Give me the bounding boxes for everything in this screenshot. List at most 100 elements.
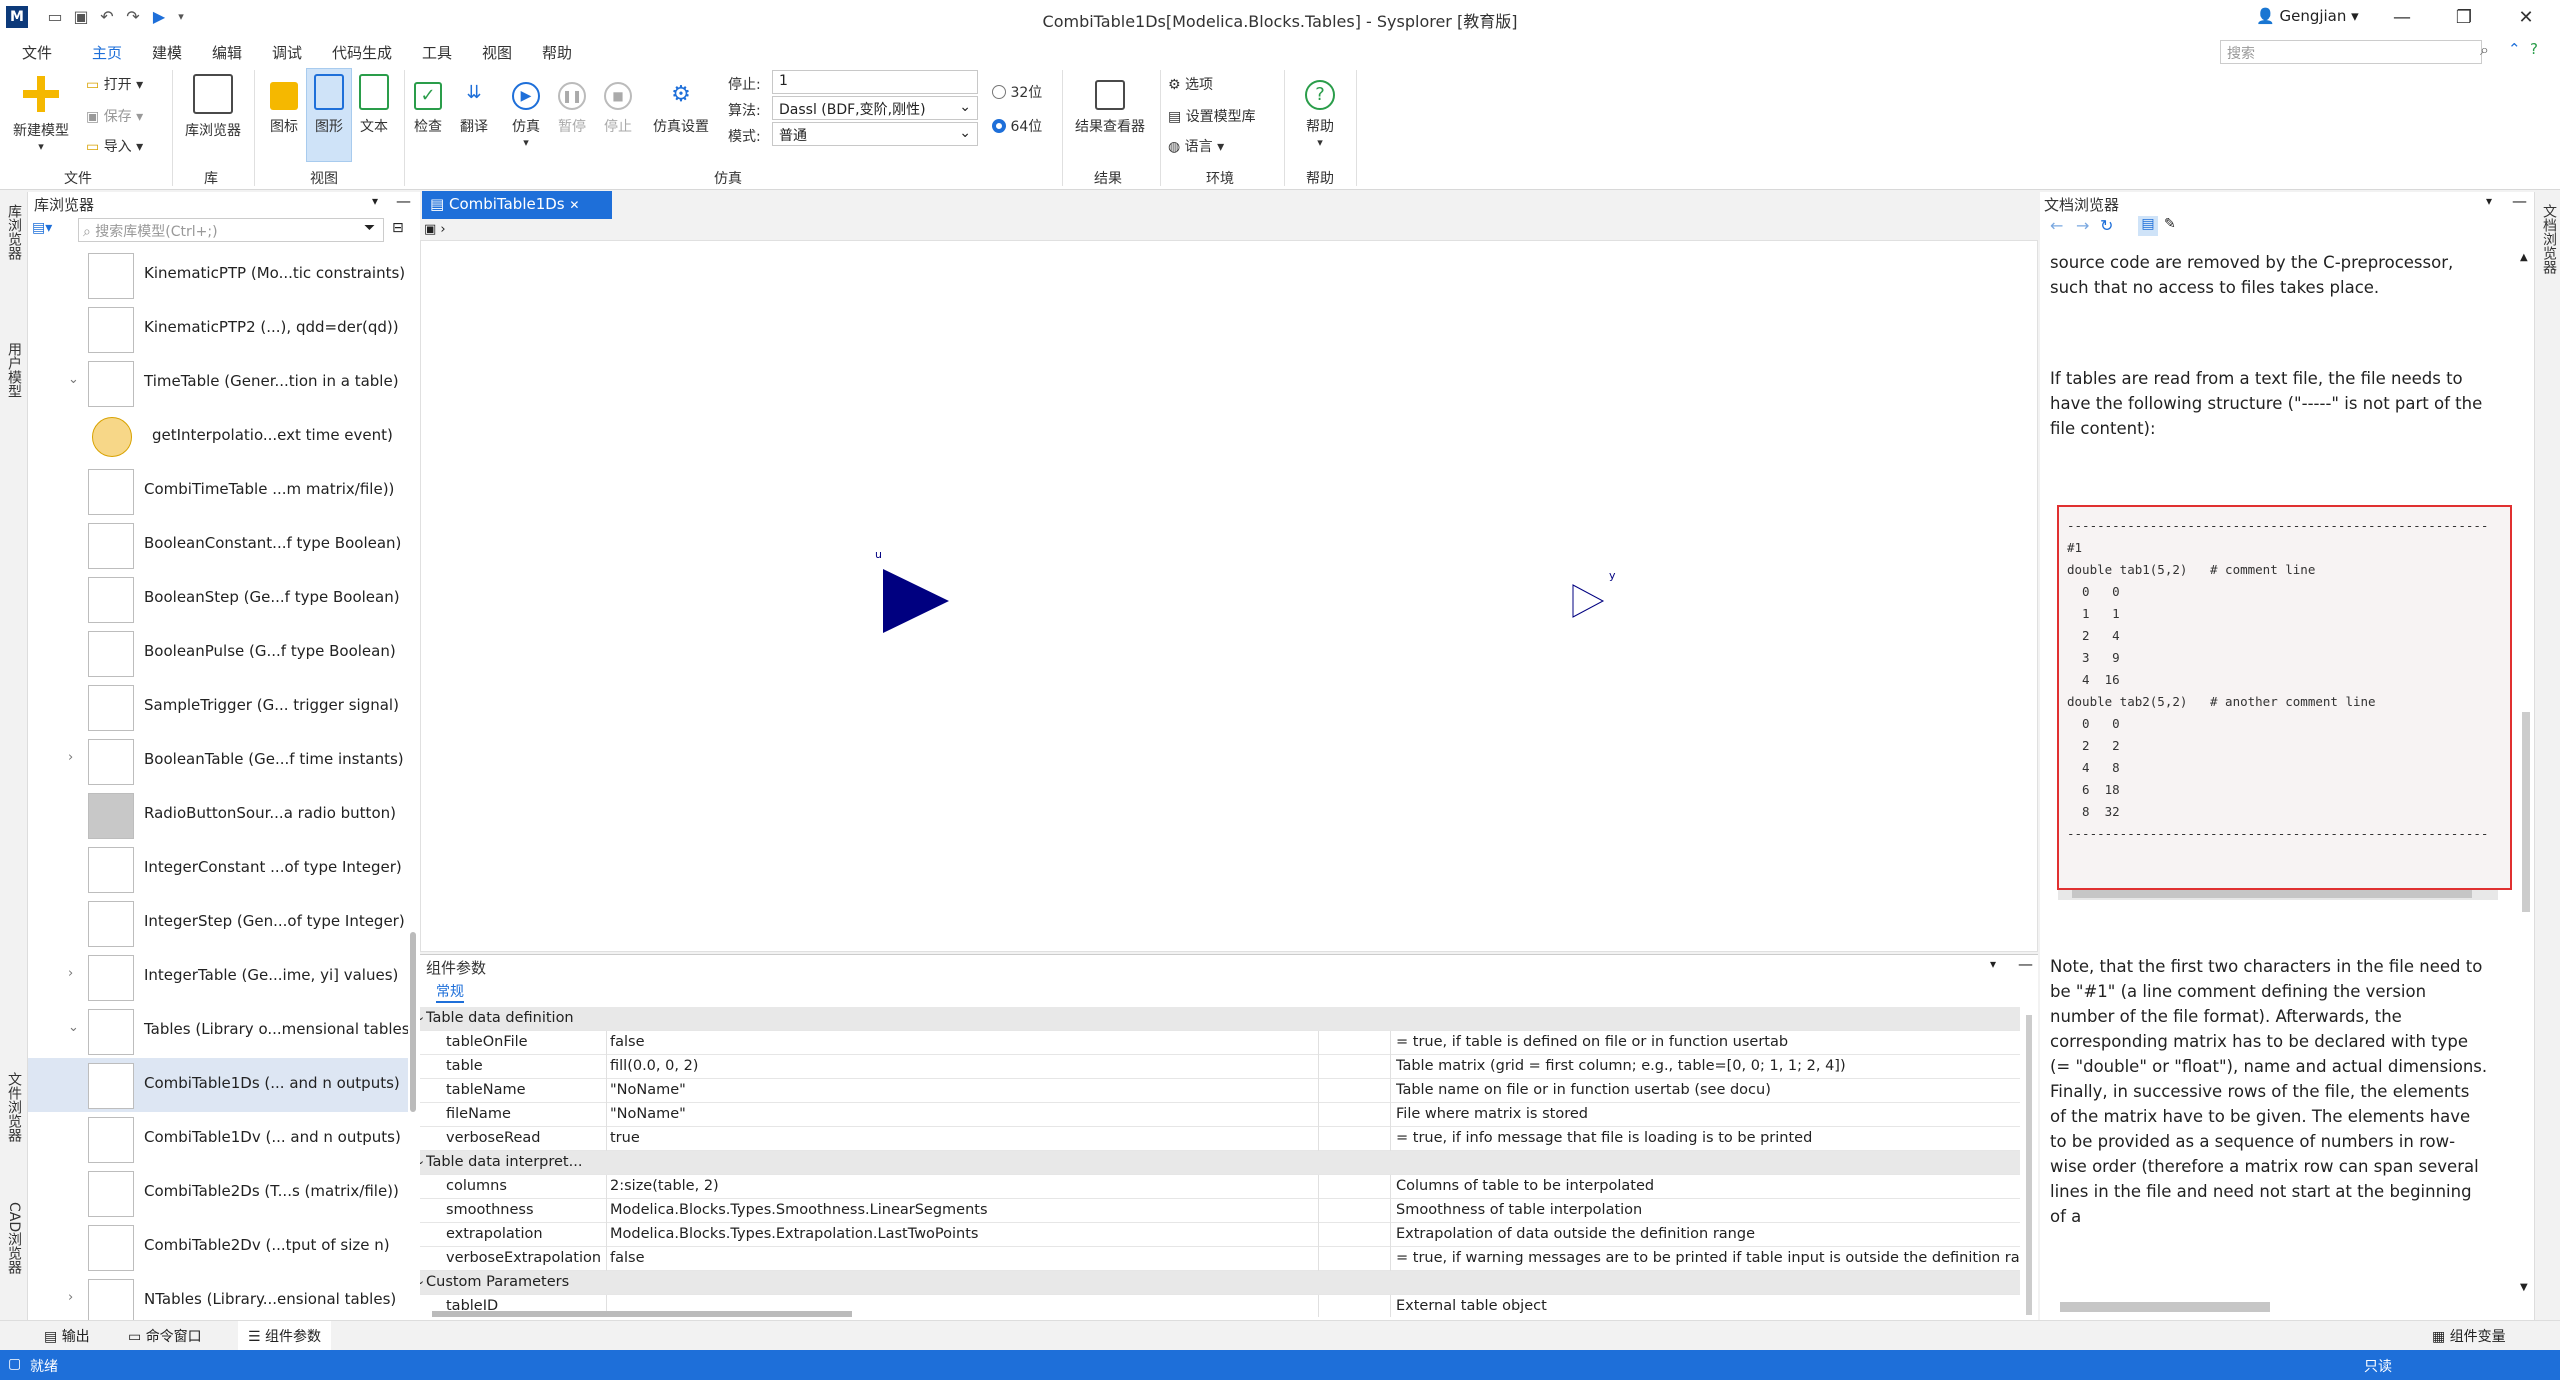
library-item[interactable]: ⌄ Tables (Library o...mensional tables) xyxy=(28,1004,408,1058)
options-button[interactable]: ⚙ 选项 xyxy=(1168,74,1213,94)
param-value[interactable]: fill(0.0, 0, 2) xyxy=(610,1058,1030,1074)
library-item[interactable]: BooleanStep (Ge...f type Boolean) xyxy=(28,572,408,626)
input-port-u[interactable] xyxy=(883,569,949,633)
user-menu[interactable]: 👤 Gengjian ▾ xyxy=(2256,7,2359,25)
params-tab-general[interactable]: 常规 xyxy=(436,981,464,1003)
stop-time-input[interactable]: 1 xyxy=(772,70,978,94)
back-icon[interactable]: ← xyxy=(2050,216,2063,235)
library-item[interactable]: › NTables (Library...ensional tables) xyxy=(28,1274,408,1320)
menu-tools[interactable]: 工具 xyxy=(422,42,452,63)
menu-help[interactable]: 帮助 xyxy=(542,42,572,63)
param-row[interactable]: tableName "NoName" Table name on file or i… xyxy=(420,1079,2020,1103)
library-item[interactable]: KinematicPTP (Mo...tic constraints) xyxy=(28,248,408,302)
panel-menu-icon[interactable]: ▾ xyxy=(1990,957,1996,971)
library-item[interactable]: CombiTimeTable ...m matrix/file)) xyxy=(28,464,408,518)
collapse-ribbon-icon[interactable]: ⌃ xyxy=(2508,40,2521,58)
library-item[interactable]: getInterpolatio...ext time event) xyxy=(28,410,408,464)
library-item[interactable]: KinematicPTP2 (...), qdd=der(qd)) xyxy=(28,302,408,356)
algorithm-select[interactable]: Dassl (BDF,变阶,刚性) ⌄ xyxy=(772,96,978,120)
group-collapse-icon[interactable]: ⌄ xyxy=(420,1154,425,1167)
menu-view[interactable]: 视图 xyxy=(482,42,512,63)
radio-64bit[interactable]: 64位 xyxy=(992,116,1042,136)
edit-doc-icon[interactable]: ✎ xyxy=(2164,216,2176,232)
save-button[interactable]: ▣ 保存 ▾ xyxy=(86,106,143,126)
view-mode-icon[interactable]: ▤▾ xyxy=(32,220,62,236)
tab-output[interactable]: ▤ 输出 xyxy=(44,1326,90,1346)
param-row[interactable]: smoothness Modelica.Blocks.Types.Smoothne… xyxy=(420,1199,2020,1223)
scroll-down-icon[interactable]: ▼ xyxy=(2520,1282,2528,1293)
group-collapse-icon[interactable]: ⌄ xyxy=(420,1010,425,1023)
help-circle-icon[interactable]: ? xyxy=(2530,40,2538,58)
menu-home[interactable]: 主页 xyxy=(92,42,123,68)
panel-minimize-icon[interactable]: — xyxy=(396,192,411,210)
group-collapse-icon[interactable]: ⌄ xyxy=(420,1274,425,1287)
help-button[interactable]: ? 帮助 ▾ xyxy=(1290,74,1350,149)
tab-component-params[interactable]: ☰ 组件参数 xyxy=(238,1321,332,1351)
library-item[interactable]: CombiTable1Dv (... and n outputs) xyxy=(28,1112,408,1166)
minimize-button[interactable]: — xyxy=(2382,4,2422,32)
view-doc-icon[interactable]: ▤ xyxy=(2138,216,2158,236)
result-viewer-button[interactable]: 结果查看器 xyxy=(1070,74,1150,136)
new-model-button[interactable]: 新建模型 ▾ xyxy=(8,74,74,153)
mode-select[interactable]: 普通 ⌄ xyxy=(772,122,978,146)
pause-button[interactable]: ❚❚ 暂停 xyxy=(552,74,592,136)
param-row[interactable]: fileName "NoName" File where matrix is sto… xyxy=(420,1103,2020,1127)
tab-component-variables[interactable]: ▦ 组件变量 xyxy=(2432,1326,2506,1346)
icon-view-button[interactable]: 图标 xyxy=(262,74,306,136)
tab-command-window[interactable]: ▭ 命令窗口 xyxy=(128,1326,202,1346)
doc-scrollbar[interactable] xyxy=(2522,712,2530,912)
expand-chevron-icon[interactable]: ⌄ xyxy=(68,372,79,387)
dock-tab-cad[interactable]: CAD浏览器 xyxy=(4,1202,24,1274)
set-library-button[interactable]: ▤ 设置模型库 xyxy=(1168,106,1256,126)
menu-modeling[interactable]: 建模 xyxy=(152,42,182,63)
param-row[interactable]: tableOnFile false = true, if table is defi… xyxy=(420,1031,2020,1055)
library-item[interactable]: ⌄ TimeTable (Gener...tion in a table) xyxy=(28,356,408,410)
library-item[interactable]: CombiTable2Dv (...tput of size n) xyxy=(28,1220,408,1274)
breadcrumb[interactable]: ▣ › xyxy=(424,222,446,237)
panel-minimize-icon[interactable]: — xyxy=(2018,955,2033,973)
menu-debug[interactable]: 调试 xyxy=(272,42,302,63)
menu-codegen[interactable]: 代码生成 xyxy=(332,42,392,63)
library-item[interactable]: RadioButtonSour...a radio button) xyxy=(28,788,408,842)
param-value[interactable]: false xyxy=(610,1034,1030,1050)
open-button[interactable]: ▭ 打开 ▾ xyxy=(86,74,143,94)
panel-minimize-icon[interactable]: — xyxy=(2512,192,2527,210)
expand-chevron-icon[interactable]: ⌄ xyxy=(68,1020,79,1035)
check-button[interactable]: ✓ 检查 xyxy=(408,74,448,136)
param-value[interactable]: "NoName" xyxy=(610,1082,1030,1098)
language-button[interactable]: ◍ 语言 ▾ xyxy=(1168,136,1224,156)
simulate-button[interactable]: ▶ 仿真 ▾ xyxy=(506,74,546,149)
library-item[interactable]: › IntegerTable (Ge...ime, yi] values) xyxy=(28,950,408,1004)
dock-tab-user-model[interactable]: 用户模型 xyxy=(4,342,24,398)
diagram-view-button[interactable]: 图形 xyxy=(306,74,352,136)
editor-tab-combitable1ds[interactable]: ▤ CombiTable1Ds ✕ xyxy=(422,191,612,219)
param-value[interactable]: Modelica.Blocks.Types.Smoothness.LinearS… xyxy=(610,1202,1030,1218)
param-value[interactable]: "NoName" xyxy=(610,1106,1030,1122)
param-group-row[interactable]: Custom Parameters ⌄ xyxy=(420,1271,2020,1295)
library-browser-button[interactable]: 库浏览器 xyxy=(180,74,246,140)
panel-menu-icon[interactable]: ▾ xyxy=(372,194,378,208)
forward-icon[interactable]: → xyxy=(2076,216,2089,235)
expand-chevron-icon[interactable]: › xyxy=(68,750,73,765)
scroll-up-icon[interactable]: ▲ xyxy=(2520,252,2528,263)
library-scrollbar[interactable] xyxy=(410,932,416,1112)
param-value[interactable]: false xyxy=(610,1250,1030,1266)
close-tab-icon[interactable]: ✕ xyxy=(569,198,579,212)
dock-tab-doc-browser[interactable]: 文档浏览器 xyxy=(2539,204,2559,274)
radio-32bit[interactable]: 32位 xyxy=(992,82,1042,102)
code-hscrollbar[interactable] xyxy=(2058,890,2498,900)
text-view-button[interactable]: 文本 xyxy=(352,74,396,136)
import-button[interactable]: ▭ 导入 ▾ xyxy=(86,136,143,156)
params-hscrollbar[interactable] xyxy=(432,1311,852,1317)
expand-chevron-icon[interactable]: › xyxy=(68,966,73,981)
panel-menu-icon[interactable]: ▾ xyxy=(2486,194,2492,208)
output-port-y[interactable] xyxy=(1572,584,1605,618)
param-row[interactable]: verboseExtrapolation false = true, if warn… xyxy=(420,1247,2020,1271)
param-row[interactable]: columns 2:size(table, 2) Columns of table … xyxy=(420,1175,2020,1199)
close-button[interactable]: ✕ xyxy=(2506,4,2546,32)
library-item[interactable]: BooleanPulse (G...f type Boolean) xyxy=(28,626,408,680)
library-item[interactable]: IntegerConstant ...of type Integer) xyxy=(28,842,408,896)
maximize-button[interactable]: ❐ xyxy=(2444,4,2484,32)
menu-file[interactable]: 文件 xyxy=(22,42,52,63)
search-icon[interactable]: ⌕ xyxy=(2480,40,2489,60)
